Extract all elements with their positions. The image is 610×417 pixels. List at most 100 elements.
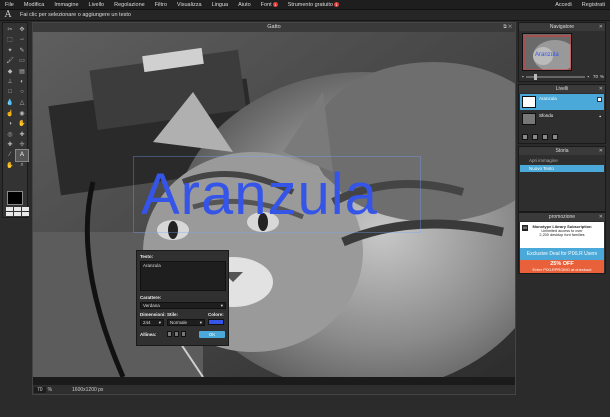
history-item-selected[interactable]: Nuovo Testo: [520, 165, 604, 172]
menu-lingua[interactable]: Lingua: [207, 2, 234, 8]
menu-visualizza[interactable]: Visualizza: [172, 2, 207, 8]
monotype-logo-icon: M: [522, 225, 528, 231]
eyedropper-icon[interactable]: ⁄: [4, 150, 16, 161]
menu-aiuto[interactable]: Aiuto: [233, 2, 256, 8]
tool-options-bar: A Fai clic per selezionare o aggiungere …: [0, 10, 610, 21]
drawing-icon[interactable]: □: [4, 87, 16, 98]
close-icon[interactable]: ✕: [599, 213, 603, 221]
zoom-out-icon[interactable]: ▪: [522, 74, 524, 79]
layer-mask-icon[interactable]: [532, 134, 538, 140]
navigator-preview: Aranzula: [523, 34, 571, 70]
pinch-icon[interactable]: ✢: [16, 140, 28, 151]
layer-name: Sfondo: [539, 113, 554, 118]
panel-header: Storia ✕: [519, 147, 605, 155]
gradient-icon[interactable]: ▤: [16, 66, 28, 77]
menu-immagine[interactable]: Immagine: [49, 2, 83, 8]
menubar: File Modifica Immagine Livello Regolazio…: [0, 0, 610, 10]
layer-group-icon[interactable]: [522, 134, 528, 140]
document-title: Gatto: [267, 24, 281, 30]
pencil-icon[interactable]: ✎: [16, 45, 28, 56]
zoom-icon[interactable]: ⌕: [16, 161, 28, 172]
menu-file[interactable]: File: [0, 2, 19, 8]
window-controls[interactable]: ⧉ ✕: [503, 23, 512, 32]
eraser-icon[interactable]: ▭: [16, 56, 28, 67]
align-label: Allinea:: [140, 332, 157, 337]
menu-modifica[interactable]: Modifica: [19, 2, 49, 8]
view-mode-buttons[interactable]: [6, 207, 29, 216]
layer-row-background[interactable]: Sfondo ▪: [520, 111, 604, 127]
dodge-icon[interactable]: ◑: [4, 119, 16, 130]
color-replace-icon[interactable]: ◐: [16, 77, 28, 88]
promo-banner[interactable]: M Monotype Library Subscription Unlimite…: [520, 222, 604, 274]
view-mode-icon[interactable]: [14, 207, 21, 211]
layer-visibility-checkbox[interactable]: [597, 97, 602, 102]
text-tool-icon[interactable]: A: [15, 149, 29, 162]
zoom-slider-knob[interactable]: [533, 73, 537, 80]
move-icon[interactable]: ✥: [16, 24, 28, 35]
style-select[interactable]: Normale ▾: [167, 319, 205, 326]
menu-strumento-gratuito[interactable]: Strumento gratuito 1: [283, 1, 344, 8]
text-color-swatch[interactable]: [208, 319, 224, 325]
spot-heal-icon[interactable]: ✚: [16, 129, 28, 140]
ok-button[interactable]: OK: [199, 331, 225, 338]
sharpen-icon[interactable]: △: [16, 98, 28, 109]
burn-icon[interactable]: ✋: [16, 119, 28, 130]
size-field[interactable]: 244 ▾: [140, 319, 164, 326]
promo-code: Enter PIXLRPROMO at checkout: [532, 267, 592, 272]
navigator-zoom: ▪ ▪ 70 %: [522, 73, 604, 80]
brush-icon[interactable]: 🖌: [4, 56, 16, 67]
history-item[interactable]: Apri immagine: [520, 157, 604, 164]
navigator-zoom-value[interactable]: 70: [593, 74, 598, 79]
lock-icon: ▪: [599, 114, 601, 120]
text-input[interactable]: Aranzula: [140, 261, 226, 291]
style-label: Stile:: [167, 312, 179, 317]
layer-row-text[interactable]: Aranzula: [520, 94, 604, 110]
blur-icon[interactable]: 💧: [4, 98, 16, 109]
navigator-thumbnail[interactable]: Aranzula: [522, 33, 572, 71]
shape-icon[interactable]: ○: [16, 87, 28, 98]
new-layer-icon[interactable]: [542, 134, 548, 140]
redeye-icon[interactable]: ◎: [4, 129, 16, 140]
close-icon[interactable]: ✕: [599, 85, 603, 93]
sponge-icon[interactable]: ◉: [16, 108, 28, 119]
promo-line2: 2,200 desktop font families: [539, 233, 585, 237]
menu-font[interactable]: Font 1: [256, 1, 283, 8]
image-canvas[interactable]: Aranzula: [33, 32, 515, 377]
view-mode-icon[interactable]: [22, 212, 29, 216]
crop-icon[interactable]: ✂: [4, 24, 16, 35]
bloat-icon[interactable]: ✚: [4, 140, 16, 151]
lasso-icon[interactable]: ∽: [16, 35, 28, 46]
marquee-icon[interactable]: ⬚: [4, 35, 16, 46]
font-select[interactable]: Verdana ▾: [140, 302, 226, 309]
navigator-zoom-unit: %: [599, 74, 604, 79]
menu-filtro[interactable]: Filtro: [150, 2, 172, 8]
bucket-icon[interactable]: ◆: [4, 66, 16, 77]
zoom-in-icon[interactable]: ▪: [587, 74, 589, 79]
delete-layer-icon[interactable]: [552, 134, 558, 140]
zoom-field[interactable]: 70: [34, 386, 46, 393]
foreground-color-swatch[interactable]: [7, 191, 23, 205]
menu-regolazione[interactable]: Regolazione: [109, 2, 150, 8]
register-link[interactable]: Registrati: [577, 2, 610, 8]
layer-toolbar: [522, 134, 558, 140]
view-mode-icon[interactable]: [6, 207, 13, 211]
view-mode-icon[interactable]: [6, 212, 13, 216]
text-layer-overlay[interactable]: Aranzula: [141, 160, 378, 230]
hand-icon[interactable]: ✋: [4, 161, 16, 172]
view-mode-icon[interactable]: [14, 212, 21, 216]
menu-livello[interactable]: Livello: [84, 2, 110, 8]
login-link[interactable]: Accedi: [550, 2, 577, 8]
align-center-icon[interactable]: [174, 331, 179, 337]
zoom-slider[interactable]: [525, 73, 586, 80]
align-left-icon[interactable]: [167, 331, 172, 337]
promo-deal: Exclusive Deal for PIXLR Users: [520, 248, 604, 260]
close-icon[interactable]: ✕: [599, 23, 603, 31]
wand-icon[interactable]: ✦: [4, 45, 16, 56]
align-right-icon[interactable]: [181, 331, 186, 337]
svg-text:Aranzula: Aranzula: [535, 52, 559, 58]
close-icon[interactable]: ✕: [599, 147, 603, 155]
stamp-icon[interactable]: ⊥: [4, 77, 16, 88]
view-mode-icon[interactable]: [22, 207, 29, 211]
smudge-icon[interactable]: ☝: [4, 108, 16, 119]
tool-hint: Fai clic per selezionare o aggiungere un…: [20, 12, 131, 18]
